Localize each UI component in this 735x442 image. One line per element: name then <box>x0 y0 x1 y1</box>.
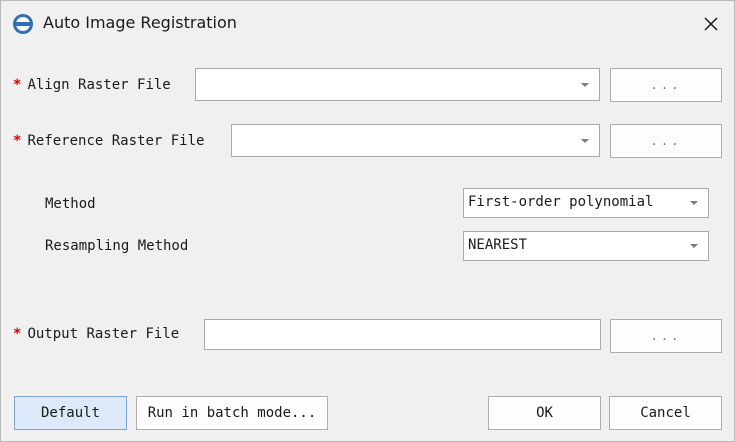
reference-raster-combo[interactable] <box>231 124 600 157</box>
align-raster-browse-button[interactable]: ... <box>610 68 722 102</box>
resampling-method-label: Resampling Method <box>45 238 189 254</box>
resampling-method-value: NEAREST <box>468 237 528 253</box>
reference-raster-browse-button[interactable]: ... <box>610 124 722 158</box>
output-raster-input[interactable] <box>204 319 601 350</box>
reference-raster-label: * Reference Raster File <box>13 133 205 149</box>
align-raster-label: * Align Raster File <box>13 77 171 93</box>
chevron-down-icon <box>581 83 589 87</box>
required-marker: * <box>13 77 22 93</box>
default-button[interactable]: Default <box>14 396 127 430</box>
output-raster-browse-button[interactable]: ... <box>610 319 722 353</box>
window-title: Auto Image Registration <box>43 13 237 32</box>
close-icon <box>704 17 718 31</box>
align-raster-combo[interactable] <box>195 68 600 101</box>
method-label: Method <box>45 196 96 212</box>
app-logo-icon <box>13 14 33 34</box>
run-batch-mode-button[interactable]: Run in batch mode... <box>136 396 328 430</box>
ok-button[interactable]: OK <box>488 396 601 430</box>
cancel-button[interactable]: Cancel <box>609 396 722 430</box>
chevron-down-icon <box>690 244 698 248</box>
required-marker: * <box>13 326 22 342</box>
dialog-window: Auto Image Registration * Align Raster Fi… <box>0 0 735 442</box>
method-select[interactable]: First-order polynomial <box>463 188 709 218</box>
chevron-down-icon <box>581 139 589 143</box>
method-value: First-order polynomial <box>468 194 654 210</box>
chevron-down-icon <box>690 201 698 205</box>
output-raster-label: * Output Raster File <box>13 326 180 342</box>
required-marker: * <box>13 133 22 149</box>
close-button[interactable] <box>688 1 734 47</box>
resampling-method-select[interactable]: NEAREST <box>463 231 709 261</box>
title-bar: Auto Image Registration <box>1 1 734 47</box>
